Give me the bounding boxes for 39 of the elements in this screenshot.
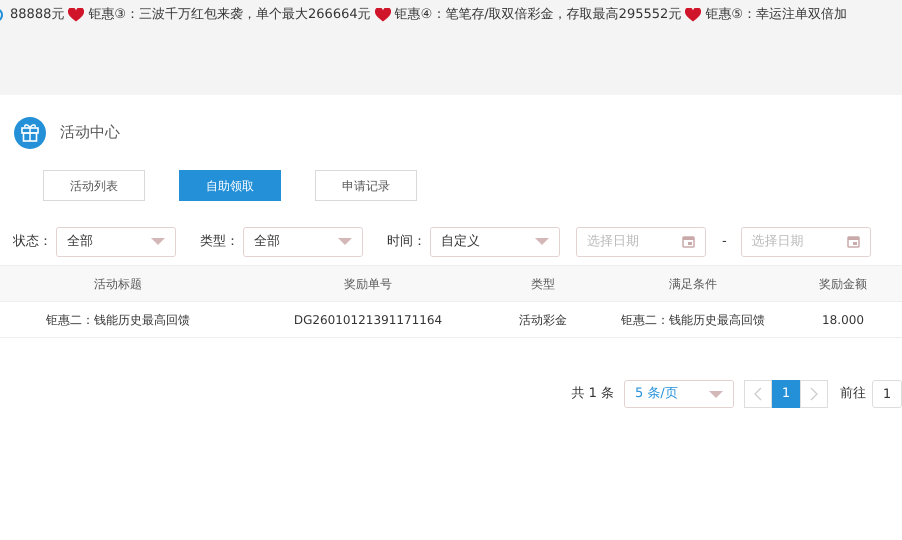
caret-icon [709,390,723,398]
gift-icon [14,116,46,148]
type-select[interactable]: 全部 [243,226,363,256]
marquee-text: 钜惠③：三波千万红包来袭，单个最大266664元 [88,6,371,24]
tab[interactable]: 活动列表 [43,170,145,201]
date-separator: - [722,232,727,251]
time-select[interactable]: 自定义 [430,226,560,256]
column-header: 满足条件 [668,276,718,292]
table-cell-text: 钜惠二：钱能历史最高回馈 [620,312,766,328]
table-cell-text: 活动彩金 [518,312,568,328]
chevron-right-icon [810,387,818,401]
status-select[interactable]: 全部 [56,226,176,256]
caret-icon [338,238,352,245]
heart-icon [68,8,84,22]
marquee-text: 88888元 [10,6,64,24]
page-input[interactable]: 1 [872,380,902,408]
caret-icon [151,238,165,245]
chevron-left-icon [754,387,762,401]
filter-label: 类型： [200,232,239,251]
heart-icon [685,8,702,22]
table-cell-text: 钜惠二：钱能历史最高回馈 [45,312,191,328]
table-cell-text: 18.000 [821,312,865,328]
filter-label: 状态： [13,232,52,251]
table-cell-text: DG26010121391171164 [292,312,444,328]
column-header: 奖励单号 [343,276,393,292]
filter-label: 时间： [387,232,426,251]
column-header: 奖励金额 [818,276,868,292]
calendar-icon [682,235,695,248]
heart-icon [374,8,391,22]
total-count: 共 1 条 [571,385,614,404]
marquee-text: 钜惠④：笔笔存/取双倍彩金，存取最高295552元 [394,6,682,24]
goto-label: 前往 [840,385,866,404]
calendar-icon [846,235,860,248]
column-header: 活动标题 [93,276,143,292]
tab[interactable]: 申请记录 [315,170,417,201]
column-header: 类型 [530,276,556,292]
page-title: 活动中心 [60,122,120,144]
caret-icon [535,238,549,245]
marquee-text: 钜惠⑤：幸运注单双倍加 [705,6,847,24]
